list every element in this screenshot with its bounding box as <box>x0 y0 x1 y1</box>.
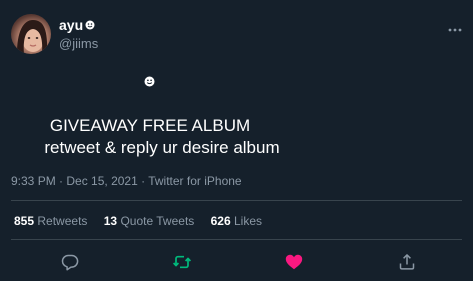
tweet-text-line1: GIVEAWAY FREE ALBUM <box>49 116 251 135</box>
avatar[interactable] <box>11 14 51 54</box>
tweet-stats: 855 Retweets 13 Quote Tweets 626 Likes <box>14 214 275 228</box>
quote-tweets-count: 13 <box>103 214 118 228</box>
meta-separator: · <box>55 174 67 188</box>
heart-icon <box>285 254 303 270</box>
likes-count: 626 <box>210 214 231 228</box>
divider <box>11 200 462 201</box>
retweet-button[interactable] <box>172 252 192 272</box>
tweet-source[interactable]: Twitter for iPhone <box>148 174 241 188</box>
user-handle[interactable]: @jiims <box>59 36 98 52</box>
tweet-text-line2: retweet & reply ur desire album <box>44 138 280 157</box>
likes-label: Likes <box>234 214 263 228</box>
reply-button[interactable] <box>60 252 80 272</box>
tweet-metadata: 9:33 PM · Dec 15, 2021 · Twitter for iPh… <box>11 174 242 188</box>
retweets-stat[interactable]: 855 Retweets <box>14 214 87 228</box>
more-icon <box>448 28 462 32</box>
tweet-card: ayu @jiims GIVEAWAY FREE ALBUM retweet &… <box>0 0 473 281</box>
retweet-icon <box>172 255 192 269</box>
quote-tweets-stat[interactable]: 13 Quote Tweets <box>104 214 195 228</box>
quote-tweets-label: Quote Tweets <box>120 214 195 228</box>
share-button[interactable] <box>397 252 417 272</box>
display-name[interactable]: ayu <box>59 17 83 33</box>
divider <box>11 239 462 240</box>
share-icon <box>399 254 415 270</box>
more-options-button[interactable] <box>446 22 464 32</box>
like-button[interactable] <box>284 252 304 272</box>
tweet-date[interactable]: Dec 15, 2021 <box>66 174 137 188</box>
reply-icon <box>61 254 79 271</box>
retweets-label: Retweets <box>37 214 88 228</box>
smiley-emoji <box>144 76 155 87</box>
likes-stat[interactable]: 626 Likes <box>211 214 262 228</box>
smiley-icon <box>85 20 95 30</box>
retweets-count: 855 <box>14 214 35 228</box>
meta-separator: · <box>137 174 149 188</box>
tweet-time[interactable]: 9:33 PM <box>11 174 56 188</box>
